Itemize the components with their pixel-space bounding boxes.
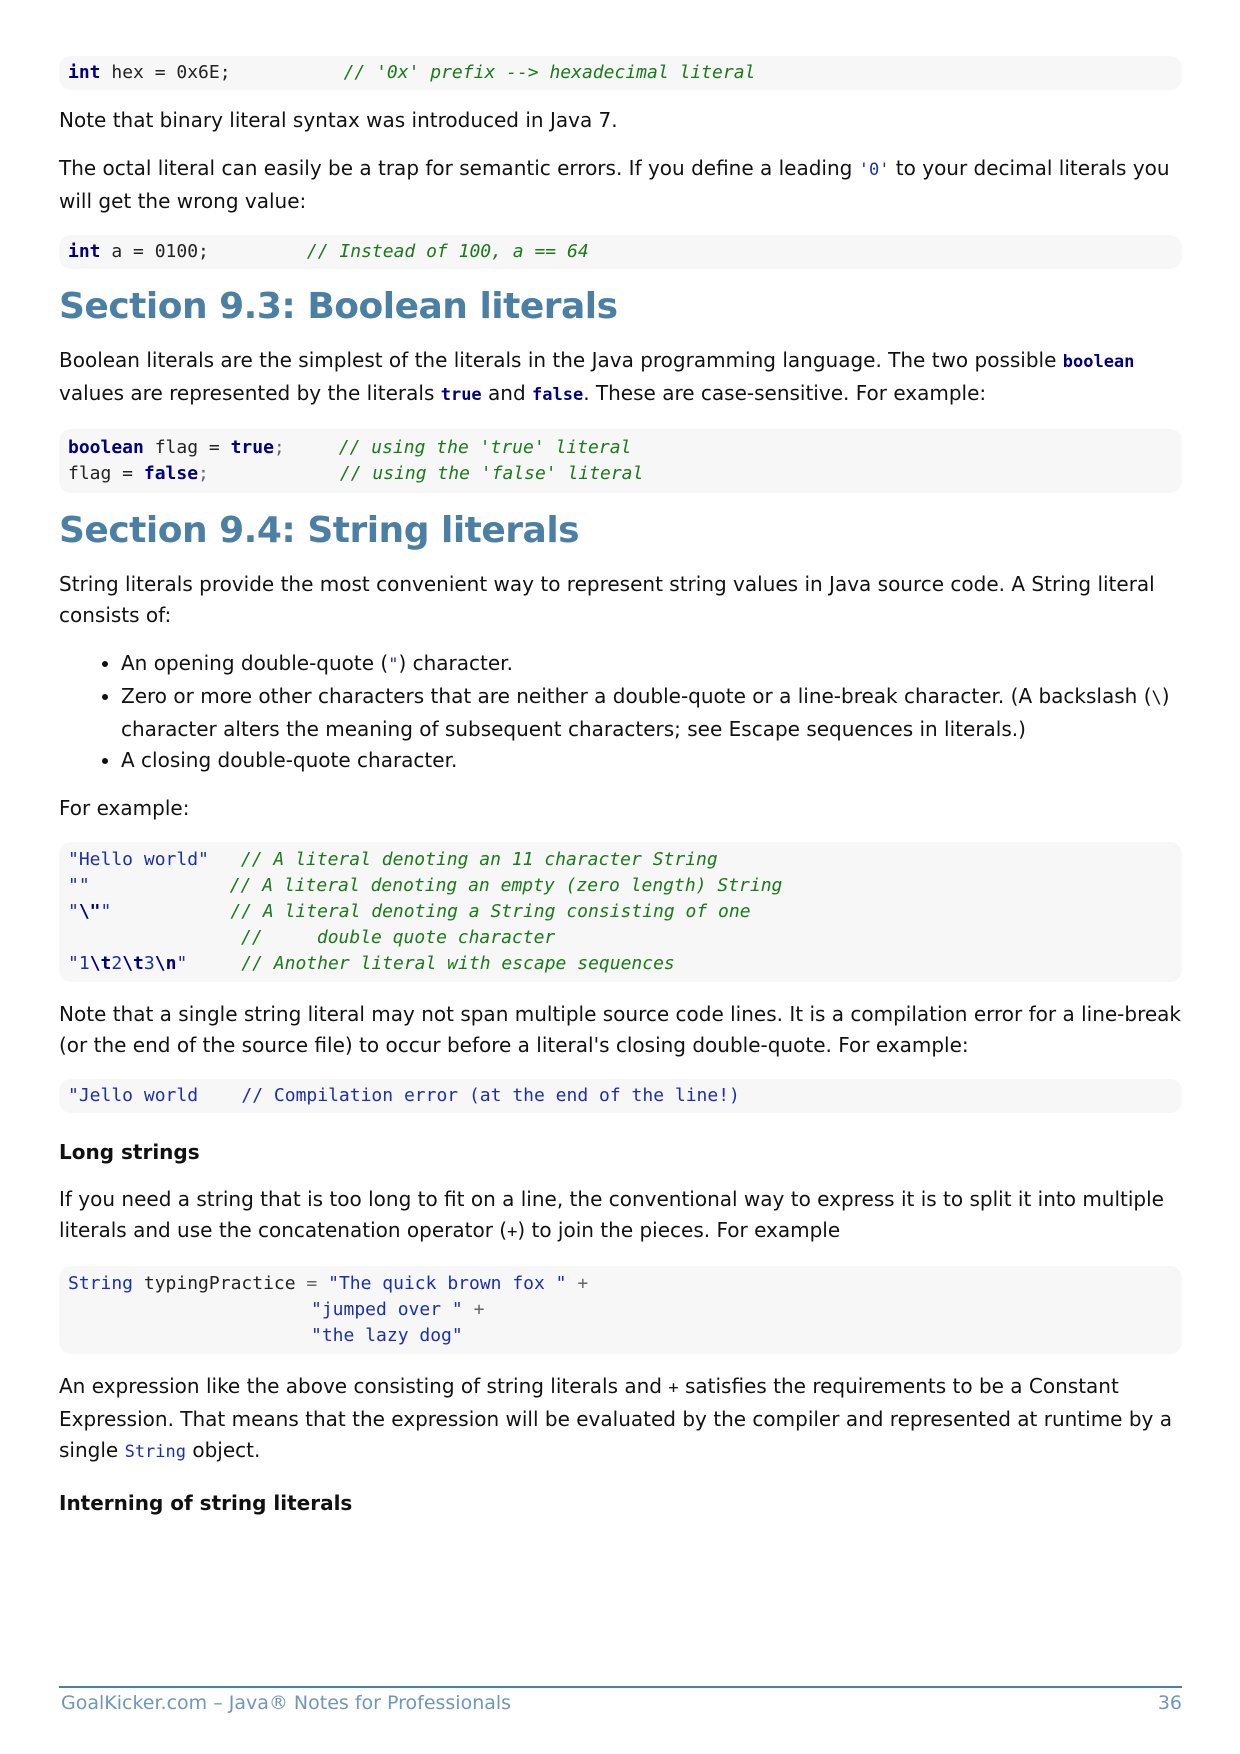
paragraph-boolean: Boolean literals are the simplest of the… — [59, 348, 1135, 405]
subheading-interning: Interning of string literals — [59, 1491, 353, 1515]
paragraph-for-example: For example: — [59, 796, 190, 820]
code-block-error: "Jello world // Compilation error (at th… — [59, 1079, 1182, 1113]
subheading-long-strings: Long strings — [59, 1140, 200, 1164]
footer-divider — [59, 1686, 1182, 1688]
code-block-octal: int a = 0100; // Instead of 100, a == 64 — [59, 235, 1182, 269]
code-comment: // Instead of 100, a == 64 — [306, 241, 589, 262]
list-item: A closing double-quote character. — [121, 745, 1182, 776]
bullet-list: An opening double-quote (") character. Z… — [59, 648, 1182, 776]
paragraph-span: Note that a single string literal may no… — [59, 1002, 1182, 1057]
page-content: int hex = 0x6E; // '0x' prefix --> hexade… — [59, 56, 1182, 1518]
inline-code: true — [440, 385, 482, 405]
page-number: 36 — [1157, 1692, 1182, 1714]
code-block-boolean: boolean flag = true;// using the 'true' … — [59, 429, 1182, 493]
inline-code: '0' — [858, 160, 890, 180]
inline-code: boolean — [1062, 352, 1135, 372]
paragraph-long: If you need a string that is too long to… — [59, 1187, 1164, 1242]
code-text: a = 0100; — [100, 241, 209, 262]
inline-code: false — [532, 385, 584, 405]
code-comment: // '0x' prefix --> hexadecimal literal — [343, 62, 756, 83]
code-keyword: int — [68, 62, 101, 83]
footer-title: GoalKicker.com – Java® Notes for Profess… — [61, 1692, 512, 1714]
section-heading-boolean: Section 9.3: Boolean literals — [59, 286, 618, 327]
code-block-strings: "Hello world"// A literal denoting an 11… — [59, 842, 1182, 982]
code-keyword: int — [68, 241, 101, 262]
paragraph-string: String literals provide the most conveni… — [59, 572, 1155, 627]
code-block-concat: String typingPractice = "The quick brown… — [59, 1266, 1182, 1354]
paragraph-binary: Note that binary literal syntax was intr… — [59, 108, 618, 132]
paragraph-octal: The octal literal can easily be a trap f… — [59, 156, 1170, 213]
section-heading-string: Section 9.4: String literals — [59, 510, 580, 551]
paragraph-constant: An expression like the above consisting … — [59, 1374, 1172, 1462]
list-item: An opening double-quote (") character. — [121, 648, 1182, 681]
list-item: Zero or more other characters that are n… — [121, 681, 1182, 745]
code-text: hex = 0x6E; — [100, 62, 231, 83]
code-block-hex: int hex = 0x6E; // '0x' prefix --> hexade… — [59, 56, 1182, 90]
